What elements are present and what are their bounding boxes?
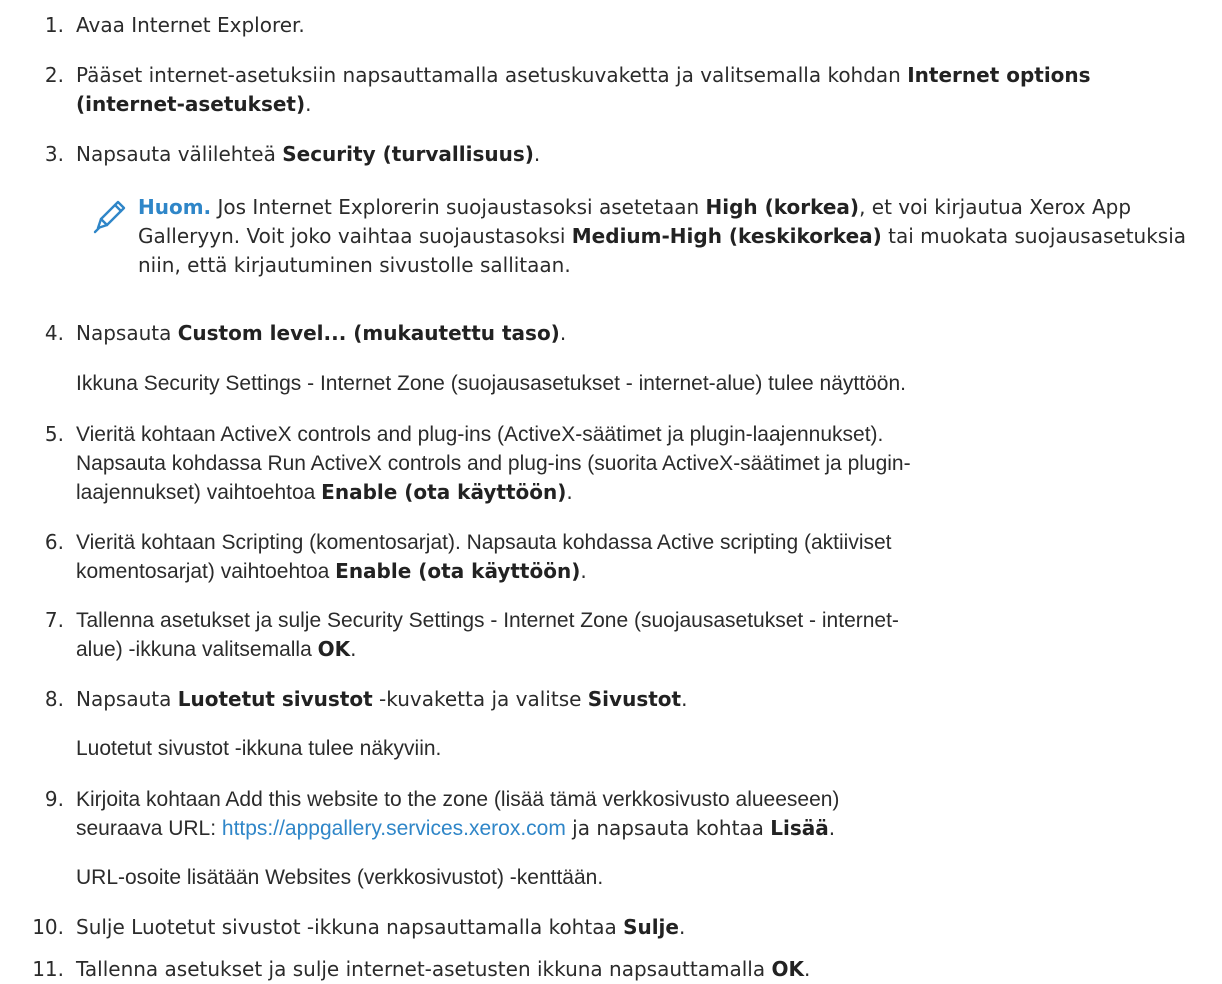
step-number: 2. <box>44 63 64 87</box>
step-number: 4. <box>44 321 64 345</box>
step-text: Napsauta välilehteä Security (turvallisu… <box>76 142 541 166</box>
step-number: 10. <box>32 915 64 939</box>
step-number: 11. <box>32 957 64 981</box>
step-number: 9. <box>44 787 64 811</box>
step-text: Avaa Internet Explorer. <box>76 13 305 37</box>
step-8-result: Luotetut sivustot -ikkuna tulee näkyviin… <box>76 737 442 760</box>
step-text: Sulje Luotetut sivustot -ikkuna napsautt… <box>76 915 686 939</box>
note-callout: Huom. Jos Internet Explorerin suojaustas… <box>90 193 1210 293</box>
step-number: 8. <box>44 687 64 711</box>
document-page: 1. Avaa Internet Explorer. 2. Pääset int… <box>0 0 1222 984</box>
step-9-result: URL-osoite lisätään Websites (verkkosivu… <box>76 866 604 889</box>
step-number: 1. <box>44 13 64 37</box>
pencil-icon <box>90 195 130 235</box>
step-text: Vieritä kohtaan Scripting (komentosarjat… <box>76 531 892 583</box>
url-link[interactable]: https://appgallery.services.xerox.com <box>222 817 566 840</box>
step-text: Vieritä kohtaan ActiveX controls and plu… <box>76 423 911 504</box>
option-name: OK <box>317 637 351 661</box>
step-4-result: Ikkuna Security Settings - Internet Zone… <box>76 372 906 395</box>
step-number: 6. <box>44 530 64 554</box>
step-text: Kirjoita kohtaan Add this website to the… <box>76 788 840 840</box>
step-text: Tallenna asetukset ja sulje internet-ase… <box>76 957 811 981</box>
option-name: Security (turvallisuus) <box>282 142 534 166</box>
option-name: Custom level... (mukautettu taso) <box>177 321 560 345</box>
option-name: Lisää <box>770 816 829 840</box>
step-number: 3. <box>44 142 64 166</box>
step-number: 5. <box>44 422 64 446</box>
option-name: Luotetut sivustot <box>177 687 373 711</box>
step-text: Napsauta Luotetut sivustot -kuvaketta ja… <box>76 687 688 711</box>
option-name: OK <box>771 957 804 981</box>
step-text: Pääset internet-asetuksiin napsauttamall… <box>76 63 1091 116</box>
step-text: Tallenna asetukset ja sulje Security Set… <box>76 609 899 661</box>
step-number: 7. <box>44 608 64 632</box>
note-label: Huom. <box>138 195 212 219</box>
note-text: Huom. Jos Internet Explorerin suojaustas… <box>138 195 1187 277</box>
step-text: Napsauta Custom level... (mukautettu tas… <box>76 321 567 345</box>
option-name: Sulje <box>623 915 679 939</box>
option-name: Enable (ota käyttöön) <box>321 480 567 504</box>
option-name: Sivustot <box>587 687 682 711</box>
option-name: Enable (ota käyttöön) <box>335 559 581 583</box>
